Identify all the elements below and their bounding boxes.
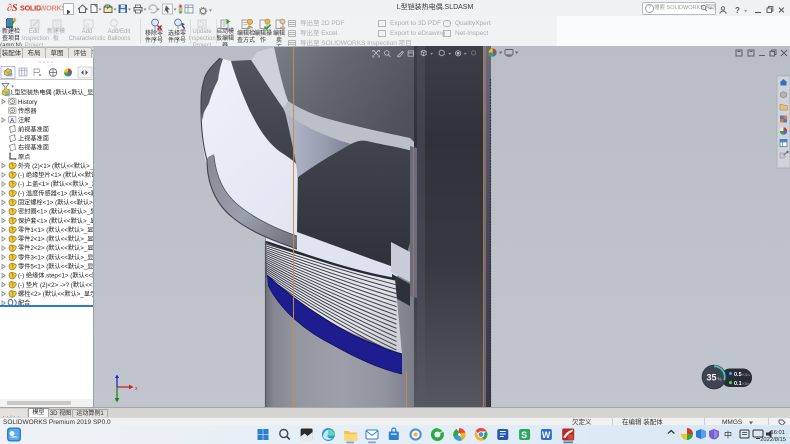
svg-text:零件1<1> (默认<<默认>_显示状: 零件1<1> (默认<<默认>_显示状: [18, 226, 93, 234]
svg-text:零件2<2> (默认<<默认>_显示状: 零件2<2> (默认<<默认>_显示状: [18, 244, 93, 252]
svg-text:中: 中: [724, 430, 732, 440]
svg-text:History: History: [18, 99, 38, 106]
svg-text:L型铠装热电偶 (默认<默认_显示状态-1: L型铠装热电偶 (默认<默认_显示状态-1: [11, 89, 93, 97]
svg-text:(-) 绝缘垫片<1> (默认<<默认>: (-) 绝缘垫片<1> (默认<<默认>: [18, 171, 93, 179]
svg-text:?: ?: [735, 6, 740, 15]
svg-text:(-) 绝缘体.step<1> (默认<<默认: (-) 绝缘体.step<1> (默认<<默认: [18, 272, 93, 280]
svg-text:保护套<1> (默认<<默认>_显示: 保护套<1> (默认<<默认>_显示: [18, 217, 93, 225]
svg-text:KB/s: KB/s: [743, 382, 751, 386]
svg-text:(-) 温度传感器<1> (默认<<默: (-) 温度传感器<1> (默认<<默: [18, 189, 93, 197]
svg-text:35: 35: [707, 373, 717, 383]
svg-text:16:01: 16:01: [770, 430, 785, 436]
svg-text:∂S: ∂S: [7, 3, 18, 14]
svg-text:上视基准面: 上视基准面: [18, 135, 49, 143]
svg-text:原点: 原点: [18, 153, 30, 161]
svg-text:S: S: [521, 430, 527, 440]
svg-text:注解: 注解: [18, 116, 30, 124]
svg-text:A: A: [10, 117, 15, 124]
svg-text:2022/8/15: 2022/8/15: [760, 437, 786, 443]
svg-text:W: W: [542, 430, 551, 440]
svg-text:(-) 上盖<1> (默认<<默认>_显示: (-) 上盖<1> (默认<<默认>_显示: [18, 180, 93, 188]
svg-text:密封圈<1> (默认<<默认>_显示: 密封圈<1> (默认<<默认>_显示: [18, 208, 93, 216]
svg-text:零件5<1> (默认<<默认>_显示状: 零件5<1> (默认<<默认>_显示状: [18, 263, 93, 271]
svg-text:外壳 (2)<1> (默认<<默认>_显示: 外壳 (2)<1> (默认<<默认>_显示: [18, 162, 93, 170]
svg-text:右视基准面: 右视基准面: [18, 144, 49, 152]
svg-text:螺栓<2> (默认<<默认>_显示状态: 螺栓<2> (默认<<默认>_显示状态: [18, 290, 93, 298]
svg-text:WORKS: WORKS: [40, 4, 64, 13]
svg-text:0.5: 0.5: [734, 372, 742, 378]
svg-text:KB/s: KB/s: [743, 373, 751, 377]
svg-text:传感器: 传感器: [18, 107, 37, 115]
svg-text:SOLID: SOLID: [20, 4, 41, 13]
svg-text:零件3<1> (默认<<默认>_显示状: 零件3<1> (默认<<默认>_显示状: [18, 253, 93, 261]
svg-text:⌀: ⌀: [85, 22, 89, 29]
svg-text:前视基准面: 前视基准面: [18, 125, 49, 133]
svg-text:%: %: [718, 377, 722, 382]
svg-text:0.1: 0.1: [734, 381, 742, 387]
svg-text:零件2<1> (默认<<默认>_显示状: 零件2<1> (默认<<默认>_显示状: [18, 235, 93, 243]
svg-text:(-) 垫片 (2)<2> ->? (默认<<默: (-) 垫片 (2)<2> ->? (默认<<默: [18, 281, 93, 289]
svg-text:固定螺栓<1> (默认<<默认>_显: 固定螺栓<1> (默认<<默认>_显: [18, 199, 93, 207]
